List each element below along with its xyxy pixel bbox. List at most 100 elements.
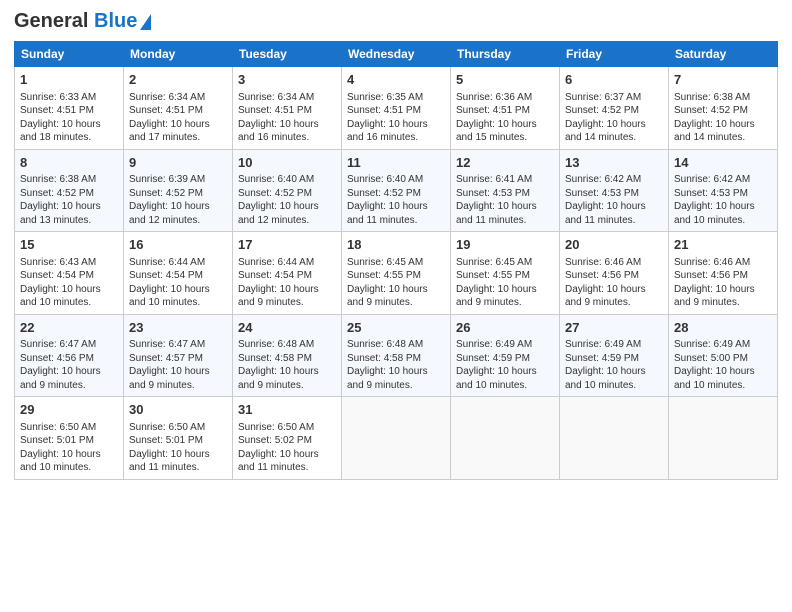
calendar-cell: 28Sunrise: 6:49 AM Sunset: 5:00 PM Dayli… <box>669 314 778 397</box>
calendar-header-row: SundayMondayTuesdayWednesdayThursdayFrid… <box>15 42 778 67</box>
day-info: Sunrise: 6:43 AM Sunset: 4:54 PM Dayligh… <box>20 257 101 309</box>
calendar-cell: 24 Sunrise: 6:48 AM Sunset: 4:58 PM Dayli… <box>233 314 342 397</box>
day-number: 16 <box>129 236 227 254</box>
day-number: 29 <box>20 401 118 419</box>
day-info: Sunrise: 6:36 AM Sunset: 4:51 PM Dayligh… <box>456 92 537 144</box>
day-header-thursday: Thursday <box>451 42 560 67</box>
day-info: Sunrise: 6:38 AM Sunset: 4:52 PM Dayligh… <box>20 174 101 226</box>
calendar-cell: 8Sunrise: 6:38 AM Sunset: 4:52 PM Daylig… <box>15 149 124 232</box>
calendar-body: 1 Sunrise: 6:33 AM Sunset: 4:51 PM Daylig… <box>15 67 778 480</box>
day-info: Sunrise: 6:34 AM Sunset: 4:51 PM Dayligh… <box>129 92 210 144</box>
day-info: Sunrise: 6:37 AM Sunset: 4:52 PM Dayligh… <box>565 92 646 144</box>
day-info: Sunrise: 6:50 AM Sunset: 5:01 PM Dayligh… <box>129 422 210 474</box>
calendar-cell: 1 Sunrise: 6:33 AM Sunset: 4:51 PM Daylig… <box>15 67 124 150</box>
day-number: 13 <box>565 154 663 172</box>
calendar-cell: 26 Sunrise: 6:49 AM Sunset: 4:59 PM Dayli… <box>451 314 560 397</box>
day-info: Sunrise: 6:49 AM Sunset: 4:59 PM Dayligh… <box>565 339 646 391</box>
day-info: Sunrise: 6:44 AM Sunset: 4:54 PM Dayligh… <box>238 257 319 309</box>
day-header-saturday: Saturday <box>669 42 778 67</box>
day-number: 15 <box>20 236 118 254</box>
calendar-cell <box>669 397 778 480</box>
calendar-cell: 27Sunrise: 6:49 AM Sunset: 4:59 PM Dayli… <box>560 314 669 397</box>
day-number: 1 <box>20 71 118 89</box>
day-info: Sunrise: 6:49 AM Sunset: 5:00 PM Dayligh… <box>674 339 755 391</box>
calendar-table: SundayMondayTuesdayWednesdayThursdayFrid… <box>14 41 778 480</box>
day-header-monday: Monday <box>124 42 233 67</box>
day-info: Sunrise: 6:39 AM Sunset: 4:52 PM Dayligh… <box>129 174 210 226</box>
day-number: 17 <box>238 236 336 254</box>
calendar-cell: 10 Sunrise: 6:40 AM Sunset: 4:52 PM Dayli… <box>233 149 342 232</box>
calendar-cell: 25Sunrise: 6:48 AM Sunset: 4:58 PM Dayli… <box>342 314 451 397</box>
day-number: 7 <box>674 71 772 89</box>
day-number: 18 <box>347 236 445 254</box>
calendar-cell: 18 Sunrise: 6:45 AM Sunset: 4:55 PM Dayli… <box>342 232 451 315</box>
day-number: 23 <box>129 319 227 337</box>
day-number: 20 <box>565 236 663 254</box>
day-number: 4 <box>347 71 445 89</box>
day-number: 9 <box>129 154 227 172</box>
calendar-cell: 14 Sunrise: 6:42 AM Sunset: 4:53 PM Dayli… <box>669 149 778 232</box>
day-number: 19 <box>456 236 554 254</box>
calendar-week-4: 22 Sunrise: 6:47 AM Sunset: 4:56 PM Dayli… <box>15 314 778 397</box>
day-info: Sunrise: 6:38 AM Sunset: 4:52 PM Dayligh… <box>674 92 755 144</box>
calendar-cell: 3Sunrise: 6:34 AM Sunset: 4:51 PM Daylig… <box>233 67 342 150</box>
calendar-week-5: 29 Sunrise: 6:50 AM Sunset: 5:01 PM Dayli… <box>15 397 778 480</box>
calendar-cell: 21Sunrise: 6:46 AM Sunset: 4:56 PM Dayli… <box>669 232 778 315</box>
day-info: Sunrise: 6:47 AM Sunset: 4:56 PM Dayligh… <box>20 339 101 391</box>
day-header-tuesday: Tuesday <box>233 42 342 67</box>
day-info: Sunrise: 6:49 AM Sunset: 4:59 PM Dayligh… <box>456 339 537 391</box>
day-info: Sunrise: 6:33 AM Sunset: 4:51 PM Dayligh… <box>20 92 101 144</box>
calendar-cell: 13 Sunrise: 6:42 AM Sunset: 4:53 PM Dayli… <box>560 149 669 232</box>
day-info: Sunrise: 6:42 AM Sunset: 4:53 PM Dayligh… <box>565 174 646 226</box>
calendar-cell: 4 Sunrise: 6:35 AM Sunset: 4:51 PM Daylig… <box>342 67 451 150</box>
calendar-page: General Blue SundayMondayTuesdayWednesda… <box>0 0 792 490</box>
calendar-cell: 19 Sunrise: 6:45 AM Sunset: 4:55 PM Dayli… <box>451 232 560 315</box>
day-info: Sunrise: 6:46 AM Sunset: 4:56 PM Dayligh… <box>674 257 755 309</box>
calendar-cell: 5 Sunrise: 6:36 AM Sunset: 4:51 PM Daylig… <box>451 67 560 150</box>
calendar-week-1: 1 Sunrise: 6:33 AM Sunset: 4:51 PM Daylig… <box>15 67 778 150</box>
calendar-cell: 7 Sunrise: 6:38 AM Sunset: 4:52 PM Daylig… <box>669 67 778 150</box>
day-info: Sunrise: 6:50 AM Sunset: 5:02 PM Dayligh… <box>238 422 319 474</box>
day-header-friday: Friday <box>560 42 669 67</box>
calendar-cell: 11Sunrise: 6:40 AM Sunset: 4:52 PM Dayli… <box>342 149 451 232</box>
calendar-cell: 20 Sunrise: 6:46 AM Sunset: 4:56 PM Dayli… <box>560 232 669 315</box>
day-info: Sunrise: 6:40 AM Sunset: 4:52 PM Dayligh… <box>347 174 428 226</box>
calendar-cell: 30Sunrise: 6:50 AM Sunset: 5:01 PM Dayli… <box>124 397 233 480</box>
calendar-cell: 29Sunrise: 6:50 AM Sunset: 5:01 PM Dayli… <box>15 397 124 480</box>
day-header-wednesday: Wednesday <box>342 42 451 67</box>
day-info: Sunrise: 6:35 AM Sunset: 4:51 PM Dayligh… <box>347 92 428 144</box>
calendar-cell: 22 Sunrise: 6:47 AM Sunset: 4:56 PM Dayli… <box>15 314 124 397</box>
day-info: Sunrise: 6:48 AM Sunset: 4:58 PM Dayligh… <box>347 339 428 391</box>
calendar-week-3: 15 Sunrise: 6:43 AM Sunset: 4:54 PM Dayli… <box>15 232 778 315</box>
calendar-cell: 9 Sunrise: 6:39 AM Sunset: 4:52 PM Daylig… <box>124 149 233 232</box>
day-info: Sunrise: 6:45 AM Sunset: 4:55 PM Dayligh… <box>347 257 428 309</box>
day-info: Sunrise: 6:41 AM Sunset: 4:53 PM Dayligh… <box>456 174 537 226</box>
day-number: 31 <box>238 401 336 419</box>
calendar-cell <box>451 397 560 480</box>
day-info: Sunrise: 6:46 AM Sunset: 4:56 PM Dayligh… <box>565 257 646 309</box>
day-number: 14 <box>674 154 772 172</box>
day-info: Sunrise: 6:42 AM Sunset: 4:53 PM Dayligh… <box>674 174 755 226</box>
day-info: Sunrise: 6:40 AM Sunset: 4:52 PM Dayligh… <box>238 174 319 226</box>
calendar-week-2: 8Sunrise: 6:38 AM Sunset: 4:52 PM Daylig… <box>15 149 778 232</box>
day-number: 12 <box>456 154 554 172</box>
logo: General Blue <box>14 10 151 33</box>
day-number: 24 <box>238 319 336 337</box>
calendar-cell: 16 Sunrise: 6:44 AM Sunset: 4:54 PM Dayli… <box>124 232 233 315</box>
day-number: 2 <box>129 71 227 89</box>
day-number: 26 <box>456 319 554 337</box>
day-number: 10 <box>238 154 336 172</box>
day-info: Sunrise: 6:44 AM Sunset: 4:54 PM Dayligh… <box>129 257 210 309</box>
calendar-cell: 15 Sunrise: 6:43 AM Sunset: 4:54 PM Dayli… <box>15 232 124 315</box>
day-header-sunday: Sunday <box>15 42 124 67</box>
calendar-cell <box>560 397 669 480</box>
day-number: 6 <box>565 71 663 89</box>
calendar-cell: 6 Sunrise: 6:37 AM Sunset: 4:52 PM Daylig… <box>560 67 669 150</box>
day-info: Sunrise: 6:47 AM Sunset: 4:57 PM Dayligh… <box>129 339 210 391</box>
day-info: Sunrise: 6:45 AM Sunset: 4:55 PM Dayligh… <box>456 257 537 309</box>
calendar-cell: 17 Sunrise: 6:44 AM Sunset: 4:54 PM Dayli… <box>233 232 342 315</box>
day-number: 5 <box>456 71 554 89</box>
day-number: 22 <box>20 319 118 337</box>
day-info: Sunrise: 6:48 AM Sunset: 4:58 PM Dayligh… <box>238 339 319 391</box>
day-info: Sunrise: 6:34 AM Sunset: 4:51 PM Dayligh… <box>238 92 319 144</box>
